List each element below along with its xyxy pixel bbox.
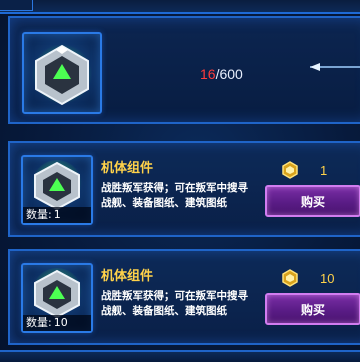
quantity-label: 数量: [26, 208, 52, 221]
item-price: 10 [320, 271, 335, 286]
item-name: 机体组件 [101, 269, 154, 284]
progress-counter: 16/600 [200, 66, 243, 82]
header-panel: 16/600 [8, 16, 360, 124]
mech-component-icon [32, 44, 92, 106]
header-item-frame [22, 32, 102, 114]
quantity-value: 10 [53, 316, 68, 329]
progress-current: 16 [200, 66, 216, 82]
currency-coin-icon [282, 161, 298, 179]
top-strip [0, 0, 360, 14]
quantity-value: 1 [53, 208, 61, 221]
item-quantity: 数量: 10 [23, 315, 91, 331]
item-description: 战胜叛军获得；可在叛军中搜寻战舰、装备图纸、建筑图纸 [101, 182, 248, 209]
bottom-edge [0, 350, 360, 362]
buy-button[interactable]: 购买 [265, 185, 360, 217]
shop-item-card: 数量: 10 机体组件 战胜叛军获得；可在叛军中搜寻战舰、装备图纸、建筑图纸 10… [8, 249, 360, 345]
item-quantity: 数量: 1 [23, 207, 91, 223]
item-icon-frame: 数量: 10 [21, 263, 93, 333]
item-icon-frame: 数量: 1 [21, 155, 93, 225]
buy-button[interactable]: 购买 [265, 293, 360, 325]
item-description: 战胜叛军获得；可在叛军中搜寻战舰、装备图纸、建筑图纸 [101, 290, 248, 317]
progress-total: /600 [215, 66, 243, 82]
shop-item-card: 数量: 1 机体组件 战胜叛军获得；可在叛军中搜寻战舰、装备图纸、建筑图纸 1 购… [8, 141, 360, 237]
top-strip-notch [0, 0, 33, 11]
currency-coin-icon [282, 269, 298, 287]
quantity-label: 数量: [26, 316, 52, 329]
arrow-decoration-icon [310, 63, 360, 71]
item-price: 1 [320, 163, 328, 178]
item-name: 机体组件 [101, 161, 154, 176]
